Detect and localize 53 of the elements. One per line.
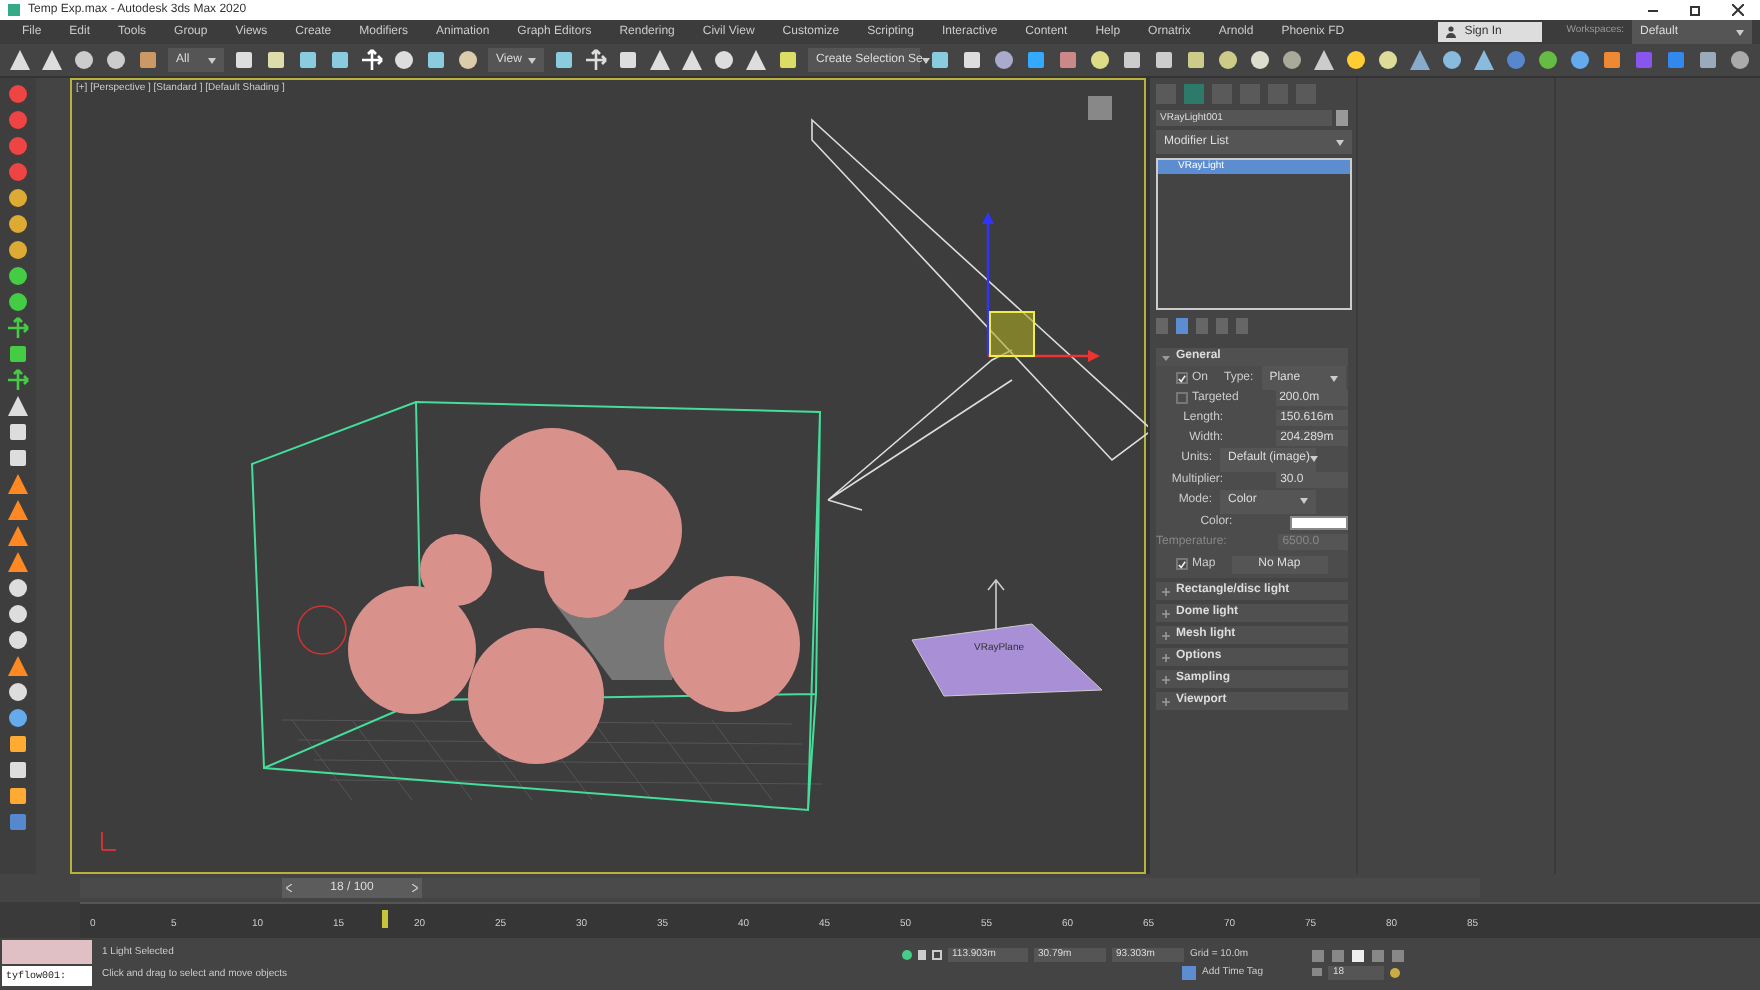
caret-icon <box>1736 29 1744 35</box>
tool-icon[interactable] <box>6 472 30 496</box>
tool-icon[interactable] <box>6 758 30 782</box>
tool-icon[interactable] <box>6 368 30 392</box>
expand-icon <box>1162 587 1170 595</box>
close-icon[interactable] <box>1732 4 1744 16</box>
expand-icon <box>1162 697 1170 705</box>
tool-icon[interactable] <box>6 446 30 470</box>
tool-icon[interactable] <box>6 498 30 522</box>
tool-icon[interactable] <box>6 212 30 236</box>
tool-icon[interactable] <box>6 602 30 626</box>
caret-icon <box>1310 456 1319 462</box>
tool-icon[interactable] <box>6 238 30 262</box>
collapse-icon <box>1162 353 1170 361</box>
tool-icon[interactable] <box>6 420 30 444</box>
caret-icon <box>1300 498 1308 504</box>
checkbox[interactable] <box>1176 558 1188 570</box>
checkbox[interactable] <box>1176 372 1188 384</box>
caret-icon <box>208 57 216 63</box>
tool-icon[interactable] <box>6 628 30 652</box>
current-frame-marker[interactable] <box>381 910 388 928</box>
tool-icon[interactable] <box>6 316 30 340</box>
tool-icon[interactable] <box>6 394 30 418</box>
tool-icon[interactable] <box>6 186 30 210</box>
expand-icon <box>1162 609 1170 617</box>
minimize-icon[interactable] <box>1648 9 1658 11</box>
tool-icon[interactable] <box>6 732 30 756</box>
caret-icon <box>1336 139 1344 145</box>
tool-icon[interactable] <box>6 342 30 366</box>
tool-icon[interactable] <box>6 524 30 548</box>
expand-icon <box>1162 675 1170 683</box>
expand-icon <box>1162 653 1170 661</box>
tool-icon[interactable] <box>6 654 30 678</box>
checkbox[interactable] <box>1176 392 1188 404</box>
move-gizmo-icon[interactable] <box>982 212 1100 362</box>
axis-arrow-icon <box>987 578 1005 631</box>
axis-tripod-icon <box>101 831 117 851</box>
user-icon <box>1446 26 1457 38</box>
move-icon[interactable] <box>360 48 384 72</box>
caret-icon <box>1329 375 1338 381</box>
tool-icon[interactable] <box>6 706 30 730</box>
light-target-drawing <box>297 605 347 655</box>
tool-icon[interactable] <box>6 784 30 808</box>
color-swatch[interactable] <box>1290 515 1348 529</box>
tool-icon[interactable] <box>6 550 30 574</box>
caret-icon <box>528 57 536 63</box>
tool-icon[interactable] <box>6 680 30 704</box>
app-icon <box>8 4 20 16</box>
tool-icon[interactable] <box>6 290 30 314</box>
tool-icon[interactable] <box>6 576 30 600</box>
tool-icon[interactable] <box>6 264 30 288</box>
expand-icon <box>1162 631 1170 639</box>
maximize-icon[interactable] <box>1690 5 1700 15</box>
